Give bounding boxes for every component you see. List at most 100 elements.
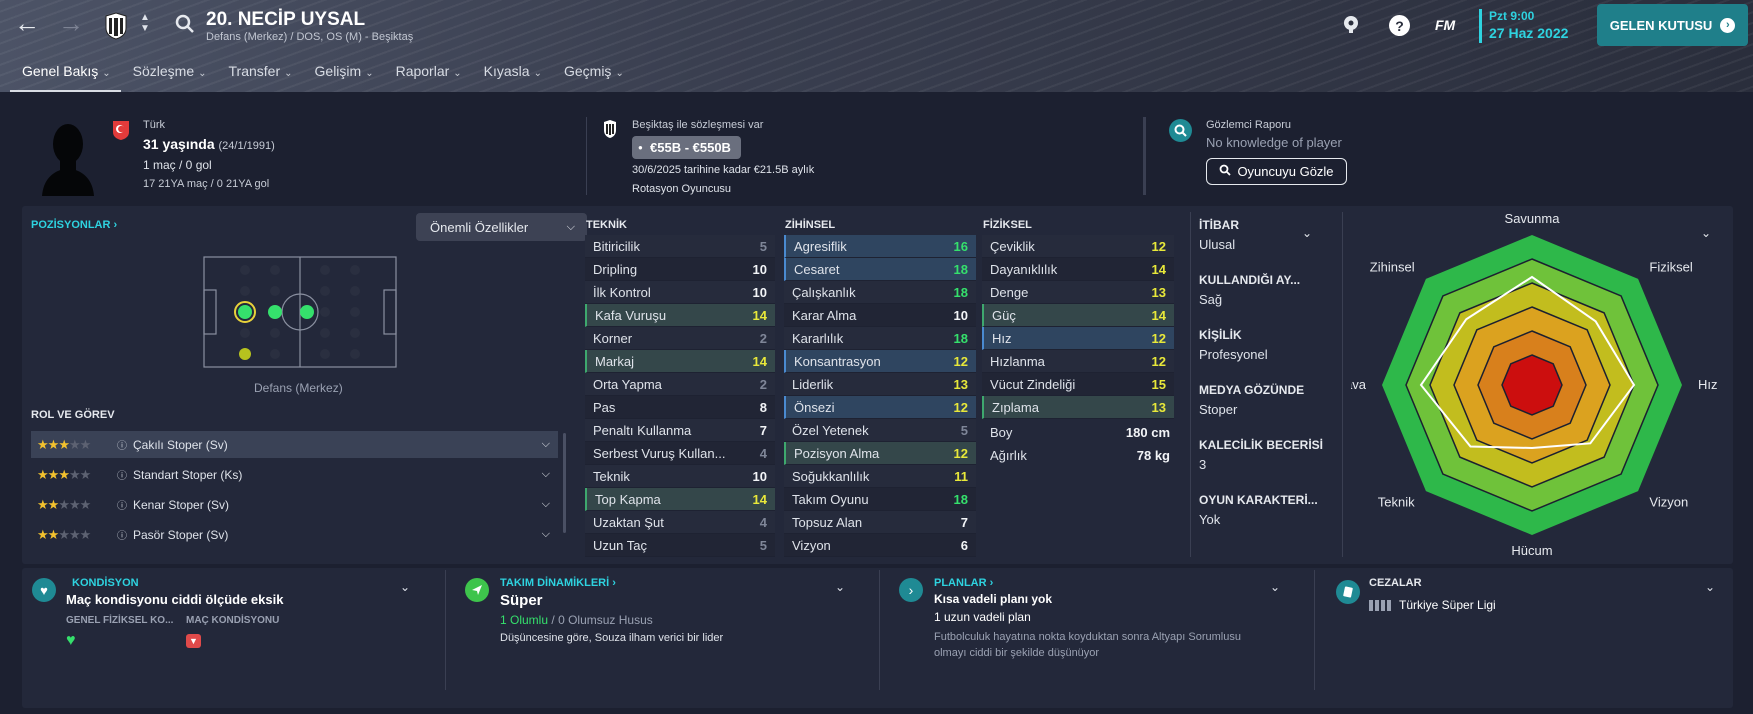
divider [586,117,587,195]
chevron-down-icon[interactable]: ⌵ [542,498,550,511]
attribute-row[interactable]: Uzun Taç 5 [585,534,775,557]
info-label: KİŞİLİK [1199,328,1242,342]
chevron-down-icon[interactable]: ⌄ [1270,580,1280,594]
tab-kiyasla[interactable]: Kıyasla ⌄ [472,58,552,92]
attribute-row[interactable]: Çalışkanlık 18 [784,281,976,304]
attribute-row[interactable]: Çeviklik 12 [982,235,1174,258]
fm-logo[interactable]: FM [1435,17,1455,33]
attribute-row[interactable]: Teknik 10 [585,465,775,488]
roles-scrollbar[interactable] [563,433,566,533]
football-icon[interactable] [1341,14,1361,34]
star-icon: ★ [37,436,49,452]
scout-player-button[interactable]: Oyuncuyu Gözle [1206,158,1347,185]
fitness-heart-icon: ♥ [66,632,76,649]
attribute-row[interactable]: Korner 2 [585,327,775,350]
attribute-row[interactable]: Özel Yetenek 5 [784,419,976,442]
chevron-down-icon[interactable]: ⌵ [542,468,550,481]
attribute-row[interactable]: Karar Alma 10 [784,304,976,327]
key-attributes-dropdown[interactable]: Önemli Özellikler ⌵ [416,213,587,241]
chevron-down-icon[interactable]: ⌄ [1705,580,1715,594]
attribute-row[interactable]: Önsezi 12 [784,396,976,419]
attribute-value: 5 [960,422,968,438]
forward-arrow-icon[interactable]: → [58,10,84,36]
inbox-button[interactable]: GELEN KUTUSU › [1597,4,1748,46]
plans-title[interactable]: PLANLAR › [934,577,993,589]
attribute-value: 13 [1151,284,1166,300]
attribute-row[interactable]: Uzaktan Şut 4 [585,511,775,534]
search-icon[interactable] [175,14,195,34]
attribute-row[interactable]: Soğukkanlılık 11 [784,465,976,488]
suspension-row: Türkiye Süper Ligi [1369,598,1496,612]
tab-genel-bakis[interactable]: Genel Bakış ⌄ [10,58,121,92]
attribute-row[interactable]: Cesaret 18 [784,258,976,281]
help-icon[interactable]: ? [1389,15,1410,36]
divider [1342,212,1343,557]
role-stars: ★★★★★ [37,527,117,543]
info-icon: ⓘ [117,501,127,512]
attribute-row[interactable]: Agresiflik 16 [784,235,976,258]
attribute-row[interactable]: Serbest Vuruş Kullan... 4 [585,442,775,465]
attribute-row[interactable]: Takım Oyunu 18 [784,488,976,511]
attribute-name: Hız [992,330,1012,346]
attribute-row[interactable]: Güç 14 [982,304,1174,327]
chevron-down-icon[interactable]: ⌄ [400,580,410,594]
positions-title[interactable]: POZİSYONLAR › [31,219,117,231]
attribute-row[interactable]: Orta Yapma 2 [585,373,775,396]
attribute-name: Agresiflik [794,238,847,254]
date-day[interactable]: 27 Haz 2022 [1489,25,1568,41]
attribute-name: Soğukkanlılık [792,468,870,484]
attribute-row[interactable]: Kararlılık 18 [784,327,976,350]
info-icon: ⓘ [117,441,127,452]
condition-title: KONDİSYON [72,577,139,589]
attribute-row[interactable]: Zıplama 13 [982,396,1174,419]
attribute-row[interactable]: Vücut Zindeliği 15 [982,373,1174,396]
attribute-value: 6 [960,537,968,553]
role-row[interactable]: ★★★★★ ⓘ Standart Stoper (Ks) ⌵ [31,461,558,488]
attribute-row[interactable]: Bitiricilik 5 [585,235,775,258]
attribute-row[interactable]: Liderlik 13 [784,373,976,396]
attribute-row[interactable]: Dripling 10 [585,258,775,281]
attribute-radar: Savunma Fiziksel Hız Vizyon Hücum Teknik Hava Z… [1336,211,1733,558]
attribute-row[interactable]: Dayanıklılık 14 [982,258,1174,281]
attribute-value: 15 [1151,376,1166,392]
chevron-down-icon[interactable]: ⌄ [1302,226,1312,240]
attribute-row[interactable]: Hızlanma 12 [982,350,1174,373]
tab-gecmis[interactable]: Geçmiş ⌄ [552,58,634,92]
attribute-row[interactable]: Kafa Vuruşu 14 [585,304,775,327]
role-row[interactable]: ★★★★★ ⓘ Çakılı Stoper (Sv) ⌵ [31,431,558,458]
star-icon: ★ [79,526,92,542]
attribute-row[interactable]: Penaltı Kullanma 7 [585,419,775,442]
chevron-right-icon: › [113,219,118,231]
divider [445,570,446,690]
team-dynamics-title[interactable]: TAKIM DİNAMİKLERİ › [500,577,616,589]
tab-transfer[interactable]: Transfer ⌄ [217,58,303,92]
back-arrow-icon[interactable]: ← [14,10,40,36]
attribute-row[interactable]: Pas 8 [585,396,775,419]
attribute-row[interactable]: Top Kapma 14 [585,488,775,511]
info-icon: ⓘ [117,531,127,542]
tab-gelisim[interactable]: Gelişim ⌄ [303,58,384,92]
attribute-row[interactable]: Markaj 14 [585,350,775,373]
attribute-row[interactable]: Vizyon 6 [784,534,976,557]
chevron-down-icon[interactable]: ⌵ [542,528,550,541]
attribute-row[interactable]: Konsantrasyon 12 [784,350,976,373]
condition-text: Maç kondisyonu ciddi ölçüde eksik [66,592,284,607]
attribute-value: 10 [953,307,968,323]
position-pitch [203,256,397,368]
tab-sozlesme[interactable]: Sözleşme ⌄ [121,58,217,92]
chevron-down-icon: ⌵ [566,220,575,233]
attribute-row[interactable]: Denge 13 [982,281,1174,304]
role-row[interactable]: ★★★★★ ⓘ Pasör Stoper (Sv) ⌵ [31,521,558,548]
attribute-name: Cesaret [794,261,840,277]
chevron-right-circle-icon: › [899,578,923,602]
switch-player-chevrons-icon[interactable]: ▲ ▼ [140,12,150,34]
chevron-down-icon[interactable]: ⌄ [835,580,845,594]
role-row[interactable]: ★★★★★ ⓘ Kenar Stoper (Sv) ⌵ [31,491,558,518]
chevron-down-icon[interactable]: ⌵ [542,438,550,451]
attribute-row[interactable]: Topsuz Alan 7 [784,511,976,534]
attribute-row[interactable]: İlk Kontrol 10 [585,281,775,304]
chevron-down-icon[interactable]: ⌄ [1701,226,1711,240]
attribute-row[interactable]: Hız 12 [982,327,1174,350]
attribute-row[interactable]: Pozisyon Alma 12 [784,442,976,465]
tab-raporlar[interactable]: Raporlar ⌄ [384,58,472,92]
